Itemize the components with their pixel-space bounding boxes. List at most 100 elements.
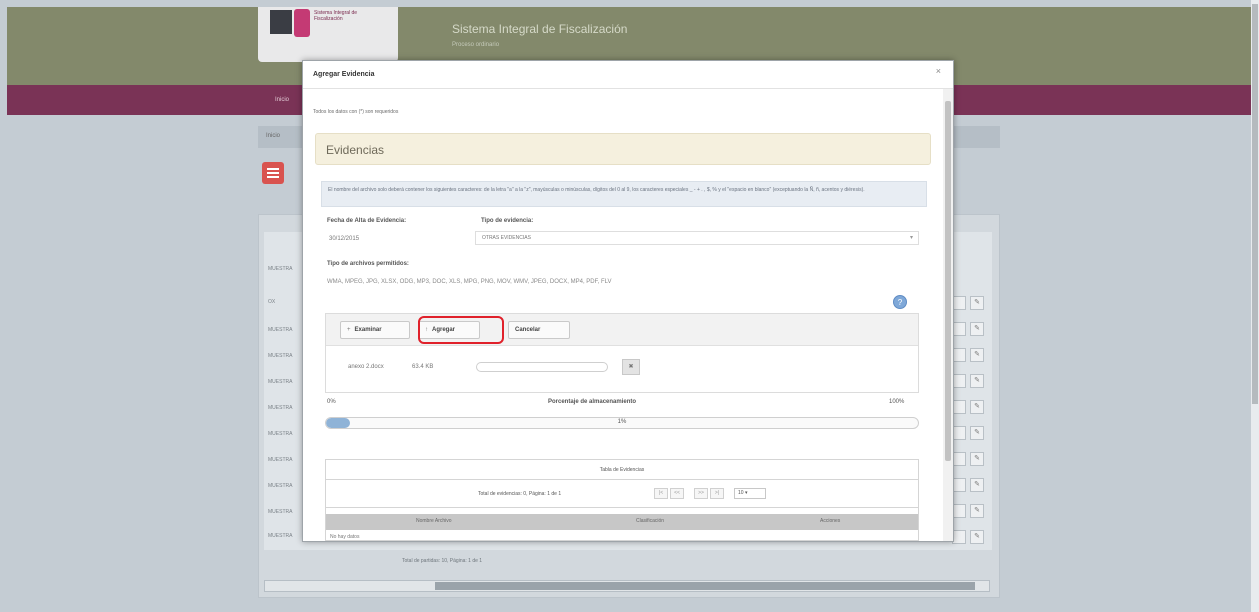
evidence-table-header: Nombre Archivo Clasificación Acciones — [326, 514, 918, 530]
results-pager: Total de partidas: 10, Página: 1 de 1 — [402, 558, 483, 564]
row-label: OX — [268, 299, 276, 305]
table-row: MUESTRA — [264, 532, 300, 542]
tipo-evidencia-select[interactable]: OTRAS EVIDENCIAS ▾ — [475, 231, 919, 245]
storage-progress-bar: 1% — [325, 417, 919, 429]
page-scrollbar-thumb[interactable] — [1252, 4, 1258, 404]
logo-mark-icon — [270, 10, 292, 34]
row-actions: ✎ — [950, 396, 990, 418]
breadcrumb-item[interactable]: Inicio — [266, 133, 280, 139]
edit-icon[interactable]: ✎ — [970, 374, 984, 388]
action-button[interactable] — [952, 296, 966, 310]
next-page-icon[interactable]: >> — [694, 488, 708, 499]
table-row: MUESTRA — [264, 326, 300, 336]
chevron-down-icon: ▾ — [909, 235, 913, 241]
cancelar-label: Cancelar — [515, 327, 541, 333]
column-header: Acciones — [820, 518, 841, 524]
row-label: MUESTRA — [268, 353, 293, 359]
queued-file: anexo 2.docx 63.4 KB ✖ — [326, 346, 918, 392]
page-scrollbar[interactable] — [1251, 0, 1259, 612]
storage-min-label: 0% — [327, 399, 336, 405]
menu-icon-bar — [267, 172, 279, 174]
edit-icon[interactable]: ✎ — [970, 452, 984, 466]
edit-icon[interactable]: ✎ — [970, 400, 984, 414]
file-progress-bar — [476, 362, 608, 372]
fecha-label: Fecha de Alta de Evidencia: — [327, 218, 407, 224]
examinar-button[interactable]: + Examinar — [340, 321, 410, 339]
action-button[interactable] — [952, 374, 966, 388]
scrollbar-thumb[interactable] — [435, 582, 975, 590]
table-row: MUESTRA — [264, 456, 300, 466]
empty-message: No hay datos — [330, 534, 360, 540]
row-actions: ✎ — [950, 344, 990, 366]
row-actions: ✎ — [950, 292, 990, 314]
action-button[interactable] — [952, 322, 966, 336]
edit-icon[interactable]: ✎ — [970, 426, 984, 440]
table-row: MUESTRA — [264, 508, 300, 518]
action-button[interactable] — [952, 530, 966, 544]
row-label: MUESTRA — [268, 266, 293, 272]
edit-icon[interactable]: ✎ — [970, 530, 984, 544]
last-page-icon[interactable]: >| — [710, 488, 724, 499]
action-button[interactable] — [952, 504, 966, 518]
action-button[interactable] — [952, 452, 966, 466]
first-page-icon[interactable]: |< — [654, 488, 668, 499]
table-row: MUESTRA — [264, 404, 300, 414]
cancelar-button[interactable]: Cancelar — [508, 321, 570, 339]
action-button[interactable] — [952, 478, 966, 492]
examinar-label: Examinar — [354, 327, 382, 333]
row-label: MUESTRA — [268, 327, 293, 333]
dialog-scrollbar[interactable] — [943, 89, 953, 541]
help-icon[interactable]: ? — [893, 295, 907, 309]
column-header: Clasificación — [636, 518, 665, 524]
table-row: MUESTRA — [264, 430, 300, 440]
app-subtitle: Proceso ordinario — [452, 42, 500, 48]
row-label: MUESTRA — [268, 379, 293, 385]
dialog-scrollbar-thumb[interactable] — [945, 101, 951, 461]
action-button[interactable] — [952, 348, 966, 362]
horizontal-scrollbar[interactable] — [264, 580, 990, 592]
row-label: MUESTRA — [268, 533, 293, 539]
edit-icon[interactable]: ✎ — [970, 348, 984, 362]
panel-title: Evidencias — [326, 143, 385, 157]
plus-icon: + — [347, 327, 351, 333]
table-row: MUESTRA — [264, 378, 300, 388]
app-title: Sistema Integral de Fiscalización — [452, 22, 628, 36]
tipo-evidencia-label: Tipo de evidencia: — [481, 218, 534, 224]
remove-file-button[interactable]: ✖ — [622, 359, 640, 375]
row-actions: ✎ — [950, 422, 990, 444]
edit-icon[interactable]: ✎ — [970, 504, 984, 518]
menu-icon-bar — [267, 176, 279, 178]
storage-max-label: 100% — [889, 399, 905, 405]
filename-rules-info: El nombre del archivo solo deberá conten… — [321, 181, 927, 207]
highlight-annotation — [418, 316, 504, 344]
edit-icon[interactable]: ✎ — [970, 478, 984, 492]
table-row: MUESTRA — [264, 482, 300, 492]
logo-text: Sistema Integral de Fiscalización — [314, 10, 358, 22]
row-actions: ✎ — [950, 500, 990, 522]
nav-item-inicio[interactable]: Inicio — [275, 97, 289, 103]
file-name: anexo 2.docx — [348, 364, 384, 370]
menu-button[interactable] — [262, 162, 284, 184]
evidence-table-pager: Total de evidencias: 0, Página: 1 de 1 |… — [326, 480, 918, 508]
prev-page-icon[interactable]: << — [670, 488, 684, 499]
app-logo: Sistema Integral de Fiscalización — [258, 7, 398, 62]
close-icon[interactable]: × — [936, 66, 941, 76]
column-header: Nombre Archivo — [416, 518, 452, 524]
file-size: 63.4 KB — [412, 364, 434, 370]
page-size-select[interactable]: 10 ▾ — [734, 488, 766, 499]
storage-percent: 1% — [617, 419, 627, 425]
evidence-pager-text: Total de evidencias: 0, Página: 1 de 1 — [478, 491, 562, 497]
action-button[interactable] — [952, 426, 966, 440]
row-actions: ✎ — [950, 526, 990, 548]
fecha-value: 30/12/2015 — [329, 236, 360, 242]
file-upload: + Examinar ↑ Agregar Cancelar anexo 2.docx… — [325, 313, 919, 393]
dialog-title: Agregar Evidencia — [313, 71, 375, 78]
action-button[interactable] — [952, 400, 966, 414]
edit-icon[interactable]: ✎ — [970, 322, 984, 336]
required-note: Todos los datos con (*) son requeridos — [313, 109, 399, 115]
edit-icon[interactable]: ✎ — [970, 296, 984, 310]
allowed-file-types: WMA, MPEG, JPG, XLSX, ODG, MP3, DOC, XLS… — [327, 279, 612, 285]
storage-label: Porcentaje de almacenamiento — [548, 399, 637, 405]
row-actions: ✎ — [950, 318, 990, 340]
add-evidence-dialog: Agregar Evidencia × Todos los datos con … — [302, 60, 954, 542]
